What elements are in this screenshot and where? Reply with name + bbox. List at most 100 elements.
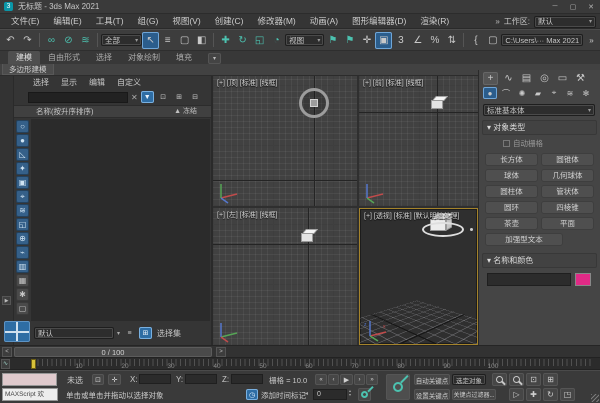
filter-xrefs-icon[interactable]: ⊕: [16, 232, 29, 245]
object-type-button[interactable]: 圆锥体: [541, 153, 594, 166]
fov-icon[interactable]: ▷: [509, 388, 524, 401]
next-frame-play-button[interactable]: ›: [354, 374, 365, 385]
spinner-snap-button[interactable]: ⇅: [443, 32, 460, 49]
viewport-front-label[interactable]: [+] [前] [标准] [线框]: [363, 78, 423, 88]
ribbon-tab-populate[interactable]: 填充: [168, 51, 200, 64]
orbit-icon[interactable]: ↻: [543, 388, 558, 401]
menu-views[interactable]: 视图(V): [165, 15, 207, 27]
zoom-icon[interactable]: [492, 373, 507, 386]
category-spacewarps[interactable]: ≋: [563, 87, 577, 99]
filter-bones-icon[interactable]: ⌁: [16, 246, 29, 259]
set-keys-button[interactable]: [386, 374, 410, 400]
use-pivot-center-button[interactable]: ⚑: [324, 32, 341, 49]
object-type-button[interactable]: 圆环: [485, 201, 538, 214]
filter-lights-icon[interactable]: ✦: [16, 162, 29, 175]
tab-hierarchy[interactable]: ▤: [519, 72, 534, 85]
object-type-button[interactable]: 几何球体: [541, 169, 594, 182]
viewport-top[interactable]: [+] [顶] [标准] [线框]: [213, 76, 357, 206]
tab-modify[interactable]: ∿: [501, 72, 516, 85]
frame-spinner[interactable]: ▴▾: [349, 389, 351, 397]
named-sets-grid-button[interactable]: ⊞: [139, 327, 152, 339]
undo-button[interactable]: ↶: [2, 32, 19, 49]
snap-toggle-3d-button[interactable]: 3: [392, 32, 409, 49]
time-slider-handle[interactable]: 0 / 100: [14, 347, 212, 357]
filter-shapes-icon[interactable]: ◺: [16, 148, 29, 161]
object-type-button[interactable]: 管状体: [541, 185, 594, 198]
autogrid-checkbox[interactable]: [503, 140, 510, 147]
selection-lock-icon[interactable]: ⊡: [92, 374, 104, 385]
set-key-button[interactable]: 设置关键点: [414, 389, 450, 400]
search-clear-icon[interactable]: ✕: [131, 93, 138, 102]
viewport-top-label[interactable]: [+] [顶] [标准] [线框]: [217, 78, 277, 88]
menu-rendering[interactable]: 渲染(R): [413, 15, 456, 27]
explorer-column-header[interactable]: 名称(按升序排序) ▲ 冻结: [14, 105, 211, 118]
manipulator-ring[interactable]: [422, 222, 464, 237]
menu-modifiers[interactable]: 修改器(M): [250, 15, 302, 27]
menu-create[interactable]: 创建(C): [208, 15, 251, 27]
explorer-menu-display[interactable]: 显示: [56, 77, 82, 88]
filter-funnel-button[interactable]: ▼: [141, 91, 154, 103]
manipulator-handle-dot[interactable]: [470, 228, 473, 231]
viewport-left[interactable]: [+] [左] [标准] [线框]: [213, 208, 357, 345]
ribbon-tab-modeling[interactable]: 建模: [8, 51, 40, 64]
object-color-swatch[interactable]: [575, 273, 591, 286]
menu-animation[interactable]: 动画(A): [303, 15, 345, 27]
search-input[interactable]: [28, 92, 128, 103]
object-type-button[interactable]: 长方体: [485, 153, 538, 166]
maximize-viewport-icon[interactable]: ◳: [560, 388, 575, 401]
window-crossing-button[interactable]: ◧: [193, 32, 210, 49]
zoom-all-icon[interactable]: [509, 373, 524, 386]
frame-nudge-left-icon[interactable]: ◂: [305, 390, 308, 397]
previous-frame-button[interactable]: <: [2, 347, 12, 357]
menu-overflow-icon[interactable]: »: [495, 17, 499, 26]
bind-to-spacewarp-button[interactable]: ≋: [77, 32, 94, 49]
explorer-collapse-icon[interactable]: ▶: [2, 296, 11, 305]
frozen-column-header[interactable]: ▲ 冻结: [174, 106, 197, 118]
category-shapes[interactable]: ⌒: [499, 87, 513, 99]
scene-object-ring[interactable]: [299, 88, 329, 118]
mini-curve-editor-button[interactable]: ∿: [1, 359, 10, 369]
keyboard-override-button[interactable]: ▣: [375, 32, 392, 49]
filter-containers-icon[interactable]: ▥: [16, 260, 29, 273]
y-coordinate-field[interactable]: [185, 374, 217, 384]
key-filters-button[interactable]: 关键点过滤器...: [452, 389, 496, 400]
unlink-selection-button[interactable]: ⊘: [60, 32, 77, 49]
select-and-place-button[interactable]: ◔: [268, 32, 285, 49]
select-children-button[interactable]: ⊞: [173, 91, 186, 103]
filter-geometry-icon[interactable]: ●: [16, 134, 29, 147]
viewport-front[interactable]: [+] [前] [标准] [线框]: [359, 76, 478, 206]
rollout-object-type[interactable]: ▾ 对象类型: [482, 120, 597, 135]
current-frame-field[interactable]: 0: [313, 389, 347, 400]
filter-materials-icon[interactable]: ▦: [16, 274, 29, 287]
category-lights[interactable]: ✺: [515, 87, 529, 99]
category-systems[interactable]: ✻: [579, 87, 593, 99]
tab-utilities[interactable]: ⚒: [573, 72, 588, 85]
select-object-button[interactable]: ↖: [142, 32, 159, 49]
maxscript-listener-line[interactable]: MAXScript 欢: [2, 388, 58, 401]
viewport-perspective[interactable]: [+] [透视] [标准] [默认明暗处理] z x: [359, 208, 478, 345]
select-and-link-button[interactable]: ∞: [43, 32, 60, 49]
x-coordinate-field[interactable]: [139, 374, 171, 384]
rollout-name-color[interactable]: ▾ 名称和颜色: [482, 253, 597, 268]
select-by-name-button[interactable]: ≡: [159, 32, 176, 49]
key-mode-toggle-icon[interactable]: [358, 388, 371, 401]
selected-filter-dropdown[interactable]: 选定对象▾: [452, 374, 486, 385]
redo-button[interactable]: ↷: [19, 32, 36, 49]
go-to-end-button[interactable]: »: [366, 374, 378, 385]
explorer-menu-edit[interactable]: 编辑: [84, 77, 110, 88]
ribbon-subtab-polygon-modeling[interactable]: 多边形建模: [2, 64, 54, 75]
explorer-object-list[interactable]: [31, 119, 210, 321]
viewport-left-label[interactable]: [+] [左] [标准] [线框]: [217, 210, 277, 220]
menu-edit[interactable]: 编辑(E): [46, 15, 88, 27]
category-helpers[interactable]: ⌖: [547, 87, 561, 99]
object-type-button[interactable]: 平面: [541, 217, 594, 230]
filter-cameras-icon[interactable]: ▣: [16, 176, 29, 189]
ribbon-tab-freeform[interactable]: 自由形式: [40, 51, 88, 64]
selection-filter-dropdown[interactable]: 全部▾: [101, 34, 142, 46]
viewport-layout-tab[interactable]: [4, 321, 30, 342]
menu-group[interactable]: 组(G): [131, 15, 166, 27]
default-set-dropdown[interactable]: 默认: [34, 327, 114, 339]
object-type-button[interactable]: 四棱锥: [541, 201, 594, 214]
close-button[interactable]: ✕: [582, 0, 600, 13]
rectangular-selection-button[interactable]: ▢: [176, 32, 193, 49]
